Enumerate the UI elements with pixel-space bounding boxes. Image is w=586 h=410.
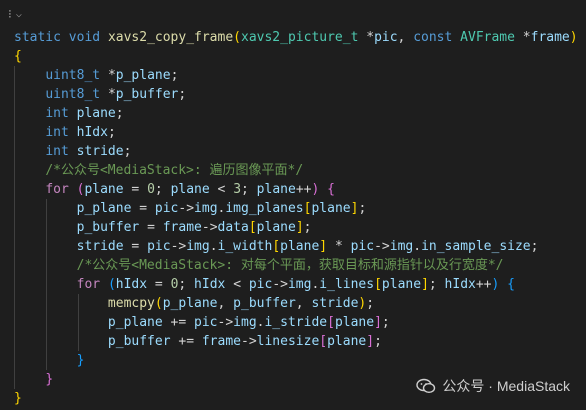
code-line[interactable]: memcpy(p_plane, p_buffer, stride); bbox=[14, 294, 578, 313]
code-line[interactable]: stride = pic->img.i_width[plane] * pic->… bbox=[14, 237, 578, 256]
code-line[interactable]: /*公众号<MediaStack>: 遍历图像平面*/ bbox=[14, 161, 578, 180]
code-content[interactable]: static void xavs2_copy_frame(xavs2_pictu… bbox=[14, 28, 578, 408]
code-line[interactable]: int stride; bbox=[14, 142, 578, 161]
code-line[interactable]: int hIdx; bbox=[14, 123, 578, 142]
code-line[interactable]: uint8_t *p_buffer; bbox=[14, 85, 578, 104]
code-line[interactable]: for (plane = 0; plane < 3; plane++) { bbox=[14, 180, 578, 199]
code-editor[interactable]: ⁝ ⌵ static void xavs2_copy_frame(xavs2_p… bbox=[0, 0, 586, 410]
code-line[interactable]: p_buffer += frame->linesize[plane]; bbox=[14, 332, 578, 351]
fold-marker-icon[interactable]: ⁝ bbox=[8, 7, 12, 21]
code-line[interactable]: { bbox=[14, 47, 578, 66]
code-line[interactable]: int plane; bbox=[14, 104, 578, 123]
editor-gutter-header: ⁝ ⌵ bbox=[8, 4, 22, 24]
code-line[interactable]: uint8_t *p_plane; bbox=[14, 66, 578, 85]
code-line[interactable]: } bbox=[14, 351, 578, 370]
watermark: 公众号 · MediaStack bbox=[416, 376, 570, 396]
wechat-icon bbox=[416, 378, 436, 394]
code-line[interactable]: p_buffer = frame->data[plane]; bbox=[14, 218, 578, 237]
code-line[interactable]: p_plane += pic->img.i_stride[plane]; bbox=[14, 313, 578, 332]
chevron-down-icon[interactable]: ⌵ bbox=[16, 9, 22, 20]
code-line[interactable]: static void xavs2_copy_frame(xavs2_pictu… bbox=[14, 28, 578, 47]
code-line[interactable]: p_plane = pic->img.img_planes[plane]; bbox=[14, 199, 578, 218]
code-line[interactable]: /*公众号<MediaStack>: 对每个平面，获取目标和源指针以及行宽度*/ bbox=[14, 256, 578, 275]
watermark-text: 公众号 · MediaStack bbox=[442, 378, 570, 394]
code-line[interactable]: for (hIdx = 0; hIdx < pic->img.i_lines[p… bbox=[14, 275, 578, 294]
